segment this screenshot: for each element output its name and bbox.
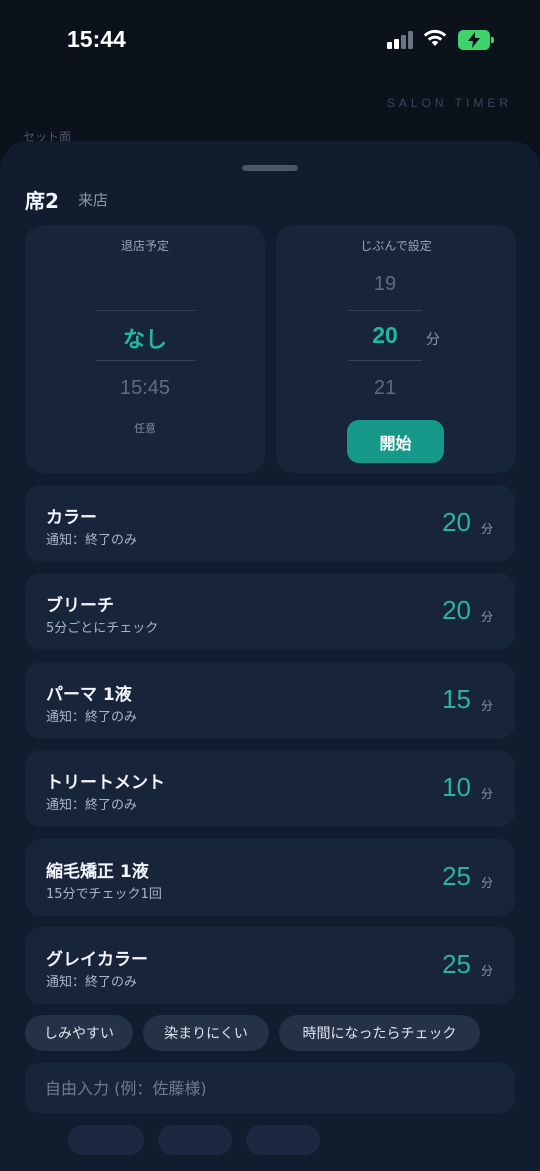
checkout-time-card: 退店予定 なし 15:45 任意	[25, 225, 265, 473]
preset-note: 通知：終了のみ	[46, 710, 138, 725]
preset-item[interactable]: カラー 通知：終了のみ 20 分	[25, 485, 515, 562]
preset-unit: 分	[480, 522, 493, 536]
preset-name: カラー	[46, 508, 97, 528]
preset-note: 15分でチェック1回	[46, 887, 162, 902]
minute-unit-label: 分	[426, 332, 440, 348]
preset-unit: 分	[480, 964, 493, 978]
preset-note: 通知：終了のみ	[46, 533, 138, 548]
preset-minutes: 20	[442, 507, 471, 537]
picker-divider	[348, 310, 422, 311]
minute-picker-prev[interactable]: 19	[346, 273, 424, 296]
preset-unit: 分	[480, 787, 493, 801]
tag-chip[interactable]: 染まりにくい	[143, 1015, 269, 1051]
status-bar: 15:44	[0, 0, 540, 80]
status-time: 15:44	[67, 26, 126, 52]
picker-divider	[95, 310, 195, 311]
seat-subtitle: 来店	[78, 191, 109, 209]
minute-picker-next[interactable]: 21	[346, 377, 424, 400]
preset-item[interactable]: パーマ 1液 通知：終了のみ 15 分	[25, 662, 515, 739]
picker-divider	[95, 360, 195, 361]
sheet-grabber[interactable]	[242, 165, 298, 171]
preset-unit: 分	[480, 699, 493, 713]
battery-charging-icon	[458, 30, 494, 50]
seat-title: 席2	[25, 189, 59, 213]
app-brand: SALON TIMER	[386, 96, 512, 110]
preset-unit: 分	[480, 610, 493, 624]
custom-timer-card: じぶんで設定 19 20 分 21 開始	[276, 225, 516, 473]
preset-name: グレイカラー	[46, 950, 148, 970]
preset-note: 通知：終了のみ	[46, 798, 138, 813]
cellular-signal-icon	[387, 31, 413, 49]
minute-picker-selected[interactable]: 20	[346, 322, 424, 349]
preset-name: トリートメント	[46, 773, 165, 793]
preset-minutes: 15	[442, 684, 471, 714]
preset-minutes: 25	[442, 861, 471, 891]
wifi-icon	[422, 28, 448, 50]
preset-item[interactable]: 縮毛矯正 1液 15分でチェック1回 25 分	[25, 839, 515, 916]
preset-name: パーマ 1液	[46, 685, 132, 705]
preset-minutes: 20	[442, 595, 471, 625]
custom-heading: じぶんで設定	[360, 239, 432, 253]
preset-note: 5分ごとにチェック	[46, 621, 159, 636]
preset-minutes: 25	[442, 949, 471, 979]
preset-name: 縮毛矯正 1液	[46, 862, 149, 882]
preset-unit: 分	[480, 876, 493, 890]
picker-divider	[348, 360, 422, 361]
preset-item[interactable]: グレイカラー 通知：終了のみ 25 分	[25, 927, 515, 1004]
preset-minutes: 10	[442, 772, 471, 802]
preset-name: ブリーチ	[46, 596, 114, 616]
checkout-heading: 退店予定	[120, 239, 169, 253]
start-button[interactable]: 開始	[347, 420, 444, 463]
partial-chip[interactable]	[158, 1125, 232, 1155]
tag-chip[interactable]: しみやすい	[25, 1015, 133, 1051]
free-text-input[interactable]	[25, 1063, 515, 1113]
checkout-picker-next[interactable]: 15:45	[25, 377, 265, 400]
preset-item[interactable]: ブリーチ 5分ごとにチェック 20 分	[25, 573, 515, 650]
checkout-optional-note: 任意	[134, 422, 156, 435]
seat-sheet: 席2 来店 退店予定 なし 15:45 任意 じぶんで設定 19 20 分 21…	[0, 141, 540, 1171]
preset-item[interactable]: トリートメント 通知：終了のみ 10 分	[25, 750, 515, 827]
partial-chip[interactable]	[68, 1125, 144, 1155]
preset-note: 通知：終了のみ	[46, 975, 138, 990]
tag-chip[interactable]: 時間になったらチェック	[279, 1015, 480, 1051]
checkout-picker-selected[interactable]: なし	[25, 322, 265, 354]
partial-chip[interactable]	[246, 1125, 320, 1155]
